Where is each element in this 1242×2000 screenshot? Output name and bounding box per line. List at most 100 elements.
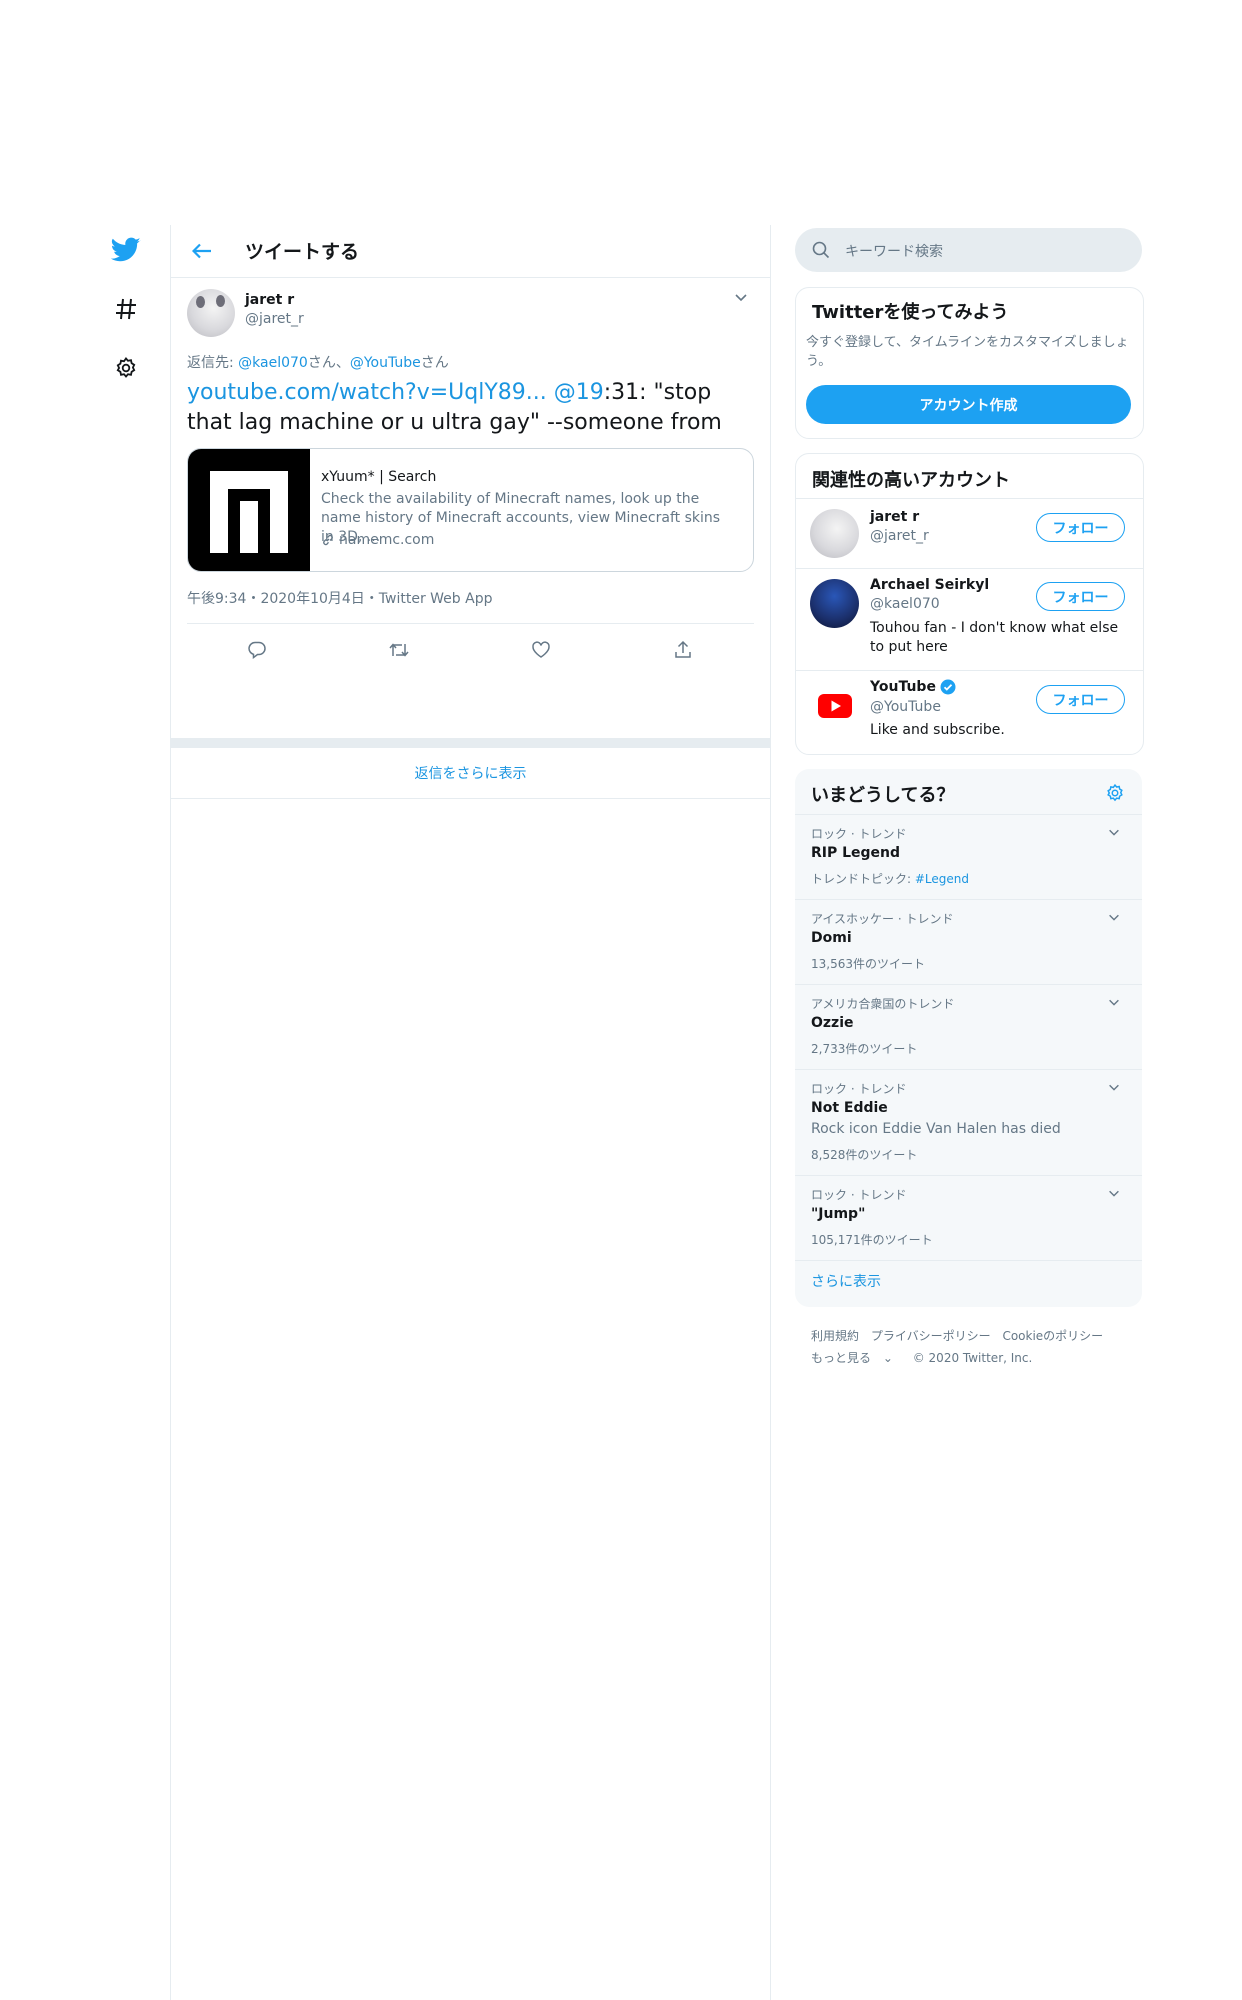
like-icon[interactable] [527, 636, 555, 664]
trend-name: Ozzie [811, 1015, 854, 1031]
trend-context: ロック · トレンド [811, 1082, 907, 1096]
account-handle: @jaret_r [870, 528, 929, 544]
tweet-text: youtube.com/watch?v=UqlY89... @19:31: "s… [187, 378, 747, 438]
avatar[interactable] [810, 509, 859, 558]
account-handle: @kael070 [870, 596, 940, 612]
who-to-follow-panel: 関連性の高いアカウント jaret r @jaret_r フォロー Archae… [795, 453, 1144, 755]
page-title: ツイートする [245, 241, 360, 263]
chevron-down-icon[interactable] [733, 289, 749, 305]
chevron-down-icon: ⌄ [882, 1351, 893, 1365]
search-input[interactable]: キーワード検索 [795, 228, 1142, 272]
trend-count: 8,528件のツイート [811, 1148, 918, 1162]
trends-show-more-link[interactable]: さらに表示 [811, 1271, 881, 1291]
trends-title: いまどうしてる？ [811, 785, 955, 806]
trend-name: Not Eddie [811, 1100, 888, 1116]
settings-icon[interactable] [109, 351, 143, 385]
footer-more-text: もっと見る [811, 1351, 872, 1365]
reply-mention-kael070[interactable]: @kael070 [238, 355, 308, 371]
trend-item[interactable]: ロック · トレンド Not Eddie Rock icon Eddie Van… [795, 1069, 1142, 1176]
trend-name: Domi [811, 930, 852, 946]
trend-context: アメリカ合衆国のトレンド [811, 997, 955, 1011]
follow-button[interactable]: フォロー [1036, 513, 1125, 542]
chevron-down-icon[interactable] [1107, 995, 1121, 1009]
trend-name: "Jump" [811, 1206, 866, 1222]
show-more-replies-button[interactable]: 返信をさらに表示 [171, 738, 770, 799]
tweet-mention[interactable]: @19 [554, 380, 604, 405]
divider [795, 1260, 1142, 1261]
chevron-down-icon[interactable] [1107, 1080, 1121, 1094]
footer-copyright: © 2020 Twitter, Inc. [912, 1351, 1033, 1365]
reply-mention-youtube[interactable]: @YouTube [350, 355, 421, 371]
card-title: xYuum* | Search [321, 469, 437, 485]
signup-panel: Twitterを使ってみよう 今すぐ登録して、タイムラインをカスタマイズしましょ… [795, 287, 1144, 439]
list-item[interactable]: YouTube @YouTube Like and subscribe. フォロ… [796, 670, 1143, 754]
account-name[interactable]: jaret r [870, 509, 919, 525]
main-header: ツイートする [171, 225, 770, 278]
account-handle: @YouTube [870, 699, 941, 715]
footer-terms-link[interactable]: 利用規約 [811, 1329, 859, 1343]
reply-san: さん、 [307, 355, 350, 371]
main-column: ツイートする jaret r @jaret_r 返信先: @kael070さん、… [170, 225, 771, 2000]
tweet-author-handle[interactable]: @jaret_r [245, 311, 304, 327]
trend-count: 13,563件のツイート [811, 957, 925, 971]
link-icon [321, 533, 335, 547]
trend-item[interactable]: アイスホッケー · トレンド Domi 13,563件のツイート [795, 899, 1142, 985]
list-item[interactable]: jaret r @jaret_r フォロー [796, 498, 1143, 569]
reply-to-line: 返信先: @kael070さん、@YouTubeさん [187, 352, 449, 372]
account-bio: Touhou fan - I don't know what else to p… [870, 620, 1119, 655]
trend-item[interactable]: ロック · トレンド "Jump" 105,171件のツイート [795, 1175, 1142, 1261]
search-icon [811, 240, 831, 260]
tweet-timestamp: 午後9:34・2020年10月4日・Twitter Web App [187, 591, 493, 607]
settings-icon[interactable] [1105, 783, 1125, 803]
trend-count: 2,733件のツイート [811, 1042, 918, 1056]
link-card[interactable]: xYuum* | Search Check the availability o… [187, 448, 754, 572]
avatar[interactable] [810, 579, 859, 628]
reply-san: さん [420, 355, 449, 371]
signup-title: Twitterを使ってみよう [812, 302, 1009, 323]
account-name[interactable]: Archael Seirkyl [870, 577, 989, 593]
verified-badge-icon [940, 679, 956, 695]
footer-more-link[interactable]: もっと見る ⌄ [811, 1351, 901, 1365]
tweet-actions [187, 623, 754, 676]
retweet-icon[interactable] [385, 636, 413, 664]
twitter-logo-icon[interactable] [109, 233, 143, 267]
chevron-down-icon[interactable] [1107, 1186, 1121, 1200]
trend-item[interactable]: アメリカ合衆国のトレンド Ozzie 2,733件のツイート [795, 984, 1142, 1070]
tweet-author-name[interactable]: jaret r [245, 292, 294, 308]
footer-cookies-link[interactable]: Cookieのポリシー [1002, 1329, 1103, 1343]
hashtag-icon[interactable] [109, 292, 143, 326]
trend-context: ロック · トレンド [811, 827, 907, 841]
follow-button[interactable]: フォロー [1036, 582, 1125, 611]
card-domain: namemc.com [321, 532, 434, 548]
reply-prefix: 返信先: [187, 355, 239, 371]
card-thumbnail [188, 449, 310, 571]
trend-count: 105,171件のツイート [811, 1233, 933, 1247]
trends-panel: いまどうしてる？ ロック · トレンド RIP Legend トレンドトピック:… [795, 769, 1142, 1307]
follow-button[interactable]: フォロー [1036, 685, 1125, 714]
chevron-down-icon[interactable] [1107, 910, 1121, 924]
trend-context: アイスホッケー · トレンド [811, 912, 954, 926]
who-to-follow-title: 関連性の高いアカウント [812, 470, 1010, 491]
footer: 利用規約 プライバシーポリシー Cookieのポリシー もっと見る ⌄ © 20… [811, 1325, 1141, 1369]
tweet-link[interactable]: youtube.com/watch?v=UqlY89... [187, 380, 547, 405]
footer-privacy-link[interactable]: プライバシーポリシー [871, 1329, 991, 1343]
trend-description: Rock icon Eddie Van Halen has died [811, 1121, 1061, 1137]
trend-hashtag-link[interactable]: #Legend [915, 872, 969, 886]
signup-subtitle: 今すぐ登録して、タイムラインをカスタマイズしましょう。 [806, 335, 1129, 369]
trend-topic: トレンドトピック: #Legend [811, 870, 969, 887]
avatar[interactable] [187, 289, 235, 337]
chevron-down-icon[interactable] [1107, 825, 1121, 839]
account-bio: Like and subscribe. [870, 722, 1005, 738]
reply-icon[interactable] [243, 636, 271, 664]
list-item[interactable]: Archael Seirkyl @kael070 Touhou fan - I … [796, 568, 1143, 671]
search-placeholder: キーワード検索 [845, 244, 943, 260]
trend-item[interactable]: ロック · トレンド RIP Legend トレンドトピック: #Legend [795, 814, 1142, 900]
back-arrow-icon[interactable] [189, 238, 215, 264]
account-name[interactable]: YouTube [870, 679, 956, 695]
share-icon[interactable] [669, 636, 697, 664]
trend-topic-prefix: トレンドトピック: [811, 872, 915, 886]
trend-context: ロック · トレンド [811, 1188, 907, 1202]
create-account-button[interactable]: アカウント作成 [806, 385, 1131, 424]
youtube-logo-icon[interactable] [810, 681, 859, 730]
card-domain-text: namemc.com [339, 532, 435, 548]
